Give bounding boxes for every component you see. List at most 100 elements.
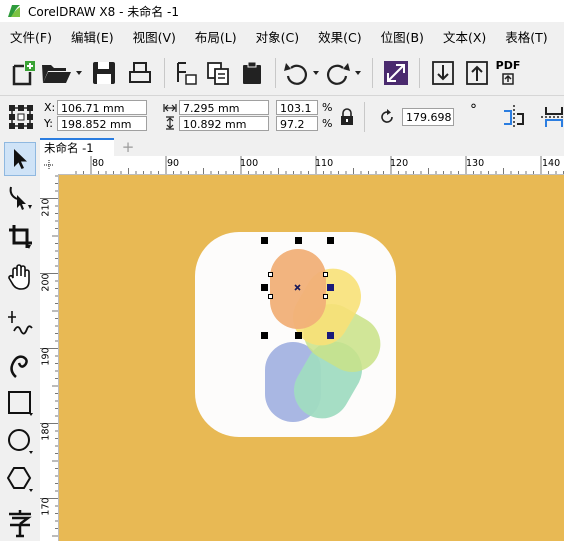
- crop-tool-button[interactable]: [4, 220, 36, 254]
- handle-bottom-left[interactable]: [261, 332, 268, 339]
- drawing-canvas[interactable]: [59, 175, 564, 541]
- pick-tool-button[interactable]: [4, 142, 36, 176]
- vertical-ruler[interactable]: 210 200 190 180 170: [40, 174, 59, 541]
- scale-x-field[interactable]: 103.1: [276, 100, 318, 115]
- ruler-h-label: 110: [315, 158, 334, 169]
- menu-tools[interactable]: 工具: [557, 27, 564, 46]
- corel-connect-button[interactable]: [379, 56, 413, 90]
- node-marker[interactable]: [323, 294, 328, 299]
- mirror-vertical-icon[interactable]: [540, 104, 564, 130]
- text-tool-icon: [9, 510, 32, 538]
- save-icon: [93, 61, 115, 84]
- freehand-tool-button[interactable]: [4, 306, 36, 340]
- menu-effects[interactable]: 效果(C): [308, 27, 370, 46]
- x-position-field[interactable]: 106.71 mm: [57, 100, 147, 115]
- handle-middle-left[interactable]: [261, 284, 268, 291]
- document-tab-bar: 未命名 -1 +: [40, 138, 564, 156]
- menu-view[interactable]: 视图(V): [123, 27, 185, 46]
- artwork: [195, 232, 396, 437]
- rectangle-tool-button[interactable]: [4, 386, 36, 420]
- toolbar-separator: [419, 57, 420, 88]
- menu-bitmaps[interactable]: 位图(B): [371, 27, 433, 46]
- ruler-v-label: 190: [40, 347, 52, 366]
- scale-y-field[interactable]: 97.2: [276, 116, 318, 131]
- copy-button[interactable]: [201, 56, 235, 90]
- pan-tool-button[interactable]: [4, 260, 36, 294]
- standard-toolbar: PDF: [0, 50, 564, 96]
- window-title: CorelDRAW X8 - 未命名 -1: [28, 4, 180, 19]
- menu-text[interactable]: 文本(X): [433, 27, 495, 46]
- freehand-icon: [8, 311, 33, 335]
- export-icon: [466, 60, 488, 85]
- coreldraw-logo-icon: [6, 3, 22, 19]
- ruler-h-label: 140: [542, 158, 561, 169]
- handle-middle-right[interactable]: [327, 284, 334, 291]
- ruler-h-label: 90: [167, 158, 180, 169]
- redo-icon: [327, 62, 361, 85]
- hand-icon: [8, 264, 30, 290]
- ellipse-tool-button[interactable]: [4, 424, 36, 458]
- rotation-angle-field[interactable]: 179.698: [402, 108, 454, 126]
- height-icon: [166, 116, 174, 130]
- menu-edit[interactable]: 编辑(E): [61, 27, 123, 46]
- menu-bar: 文件(F) 编辑(E) 视图(V) 布局(L) 对象(C) 效果(C) 位图(B…: [0, 22, 564, 50]
- menu-layout[interactable]: 布局(L): [185, 27, 246, 46]
- text-tool-button[interactable]: [4, 506, 36, 540]
- node-marker[interactable]: [268, 272, 273, 277]
- ellipse-icon: [8, 429, 33, 454]
- ruler-v-label: 200: [40, 273, 52, 292]
- ruler-h-label: 80: [92, 158, 105, 169]
- toolbar-separator: [275, 57, 276, 88]
- menu-file[interactable]: 文件(F): [0, 27, 61, 46]
- shape-node-icon: [9, 186, 32, 210]
- cut-icon: [177, 61, 197, 85]
- menu-table[interactable]: 表格(T): [495, 27, 556, 46]
- horizontal-ruler-ticks: [75, 156, 564, 174]
- pointer-icon: [14, 149, 27, 169]
- pdf-export-icon: [502, 72, 514, 85]
- artistic-media-button[interactable]: [4, 348, 36, 382]
- undo-icon: [284, 62, 319, 85]
- search-content-icon: [384, 60, 408, 85]
- paste-button[interactable]: [235, 56, 269, 90]
- handle-bottom-right[interactable]: [327, 332, 334, 339]
- lock-ratio-icon[interactable]: [339, 108, 355, 126]
- import-button[interactable]: [426, 56, 460, 90]
- prop-separator: [364, 102, 365, 132]
- import-icon: [432, 60, 454, 85]
- x-label: X:: [44, 101, 56, 114]
- mirror-horizontal-icon[interactable]: [501, 104, 527, 130]
- y-position-field[interactable]: 198.852 mm: [57, 116, 147, 131]
- object-origin-icon[interactable]: [8, 104, 34, 130]
- undo-button[interactable]: [282, 56, 324, 90]
- property-bar: X: 106.71 mm Y: 198.852 mm 7.295 mm 10.8…: [0, 96, 564, 139]
- add-document-tab-button[interactable]: +: [120, 140, 136, 155]
- polygon-tool-button[interactable]: [4, 462, 36, 496]
- handle-top-right[interactable]: [327, 237, 334, 244]
- height-field[interactable]: 10.892 mm: [179, 116, 269, 131]
- save-button[interactable]: [86, 56, 122, 90]
- width-icon: [163, 104, 177, 112]
- open-button[interactable]: [40, 56, 86, 90]
- print-button[interactable]: [122, 56, 158, 90]
- cut-button[interactable]: [171, 56, 201, 90]
- shape-tool-button[interactable]: [4, 180, 36, 214]
- horizontal-ruler[interactable]: 80 90 100 110 120 130 140: [58, 156, 564, 175]
- ruler-v-label: 170: [40, 497, 52, 516]
- paste-icon: [243, 61, 261, 84]
- publish-pdf-button[interactable]: PDF: [494, 56, 522, 90]
- width-field[interactable]: 7.295 mm: [179, 100, 269, 115]
- menu-object[interactable]: 对象(C): [246, 27, 308, 46]
- new-document-button[interactable]: [6, 56, 40, 90]
- handle-top-left[interactable]: [261, 237, 268, 244]
- ruler-h-label: 120: [390, 158, 409, 169]
- export-button[interactable]: [460, 56, 494, 90]
- document-tab[interactable]: 未命名 -1: [40, 138, 114, 156]
- redo-button[interactable]: [324, 56, 366, 90]
- handle-bottom-center[interactable]: [295, 332, 302, 339]
- ruler-origin[interactable]: [40, 156, 59, 175]
- node-marker[interactable]: [323, 272, 328, 277]
- ruler-v-label: 180: [40, 422, 52, 441]
- handle-top-center[interactable]: [295, 237, 302, 244]
- node-marker[interactable]: [268, 294, 273, 299]
